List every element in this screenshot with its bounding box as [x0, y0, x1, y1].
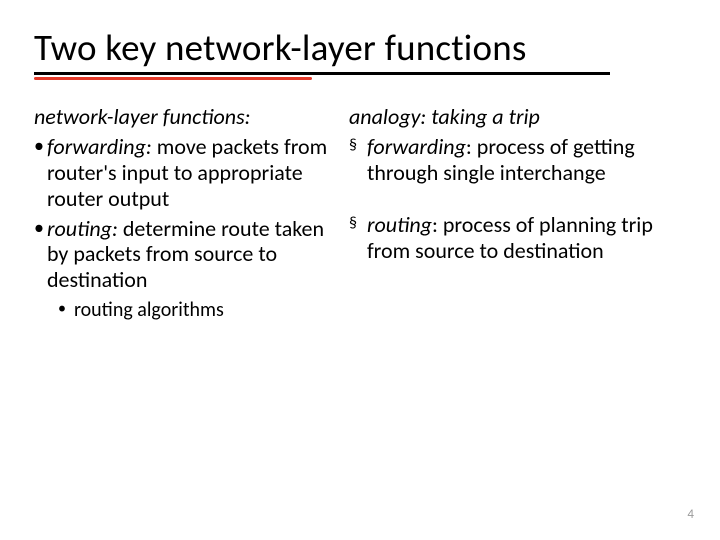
bullet-square-icon: § — [349, 212, 367, 264]
bullet-dot-icon: • — [58, 299, 74, 323]
bullet-body: forwarding: process of getting through s… — [367, 134, 686, 186]
slide: Two key network-layer functions network-… — [0, 0, 720, 540]
sub-text: routing algorithms — [74, 299, 339, 323]
term-forwarding: forwarding: — [47, 133, 152, 160]
right-heading: analogy: taking a trip — [349, 104, 686, 130]
spacer — [349, 186, 686, 208]
title-red-underline — [34, 77, 312, 80]
bullet-square-icon: § — [349, 134, 367, 186]
bullet-dot-icon: • — [34, 216, 47, 294]
page-number: 4 — [687, 507, 694, 522]
right-bullet-routing: § routing: process of planning trip from… — [349, 212, 686, 264]
slide-title: Two key network-layer functions — [34, 28, 686, 69]
right-column: analogy: taking a trip § forwarding: pro… — [349, 104, 686, 323]
bullet-body: routing: determine route taken by packet… — [47, 216, 339, 294]
left-bullet-forwarding: • forwarding: move packets from router's… — [34, 134, 339, 212]
left-bullet-routing: • routing: determine route taken by pack… — [34, 216, 339, 294]
right-bullet-forwarding: § forwarding: process of getting through… — [349, 134, 686, 186]
term-forwarding: forwarding — [367, 133, 466, 160]
term-routing: routing: — [47, 215, 118, 242]
bullet-body: routing: process of planning trip from s… — [367, 212, 686, 264]
left-column: network-layer functions: • forwarding: m… — [34, 104, 339, 323]
content-columns: network-layer functions: • forwarding: m… — [34, 104, 686, 323]
left-sub-bullet: • routing algorithms — [58, 299, 339, 323]
bullet-dot-icon: • — [34, 134, 47, 212]
left-heading: network-layer functions: — [34, 104, 339, 130]
term-routing: routing — [367, 211, 432, 238]
title-block: Two key network-layer functions — [34, 28, 686, 80]
bullet-body: forwarding: move packets from router's i… — [47, 134, 339, 212]
title-underline — [34, 72, 610, 75]
